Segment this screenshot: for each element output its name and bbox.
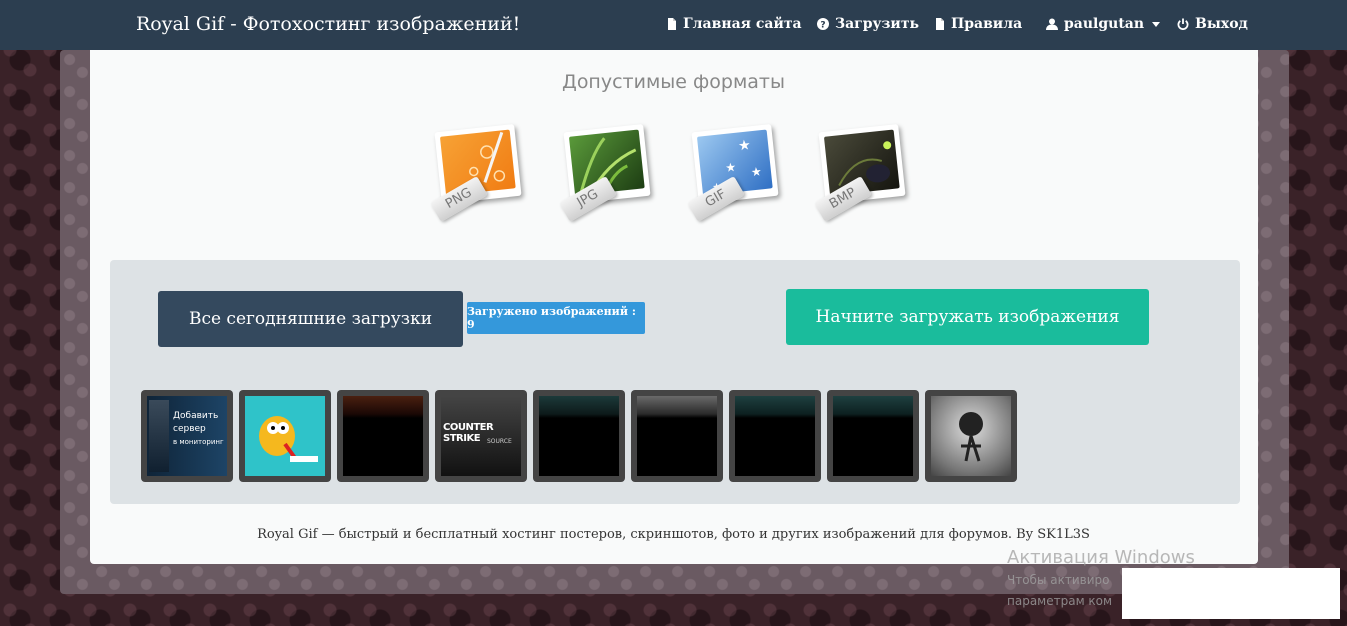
- svg-text:★: ★: [725, 160, 737, 175]
- thumb1-line3: в мониторинг: [173, 438, 224, 446]
- upload-count-badge: Загружено изображений : 9: [467, 302, 645, 334]
- windows-activation-line1: Чтобы активиро: [1007, 573, 1110, 587]
- nav-home-label: Главная сайта: [683, 16, 802, 32]
- today-uploads-button[interactable]: Все сегодняшние загрузки: [158, 291, 463, 347]
- nav-user-dropdown[interactable]: paulgutan: [1046, 16, 1161, 32]
- white-overlay-box: [1122, 568, 1340, 619]
- nav-upload-label: Загрузить: [835, 16, 919, 32]
- thumb1-line2: сервер: [173, 424, 206, 434]
- caret-down-icon: [1152, 21, 1161, 27]
- thumbnail-1[interactable]: Добавить сервер в мониторинг: [141, 390, 233, 482]
- footer-text: Royal Gif — быстрый и бесплатный хостинг…: [257, 527, 1090, 542]
- user-icon: [1046, 18, 1058, 30]
- thumbnail-5[interactable]: [533, 390, 625, 482]
- thumbnail-9[interactable]: [925, 390, 1017, 482]
- power-icon: [1177, 18, 1189, 30]
- nav-rules-label: Правила: [951, 16, 1023, 32]
- formats-title: Допустимые форматы: [561, 71, 786, 93]
- nav-logout-label: Выход: [1195, 16, 1248, 32]
- thumbnail-6[interactable]: [631, 390, 723, 482]
- start-upload-button[interactable]: Начните загружать изображения: [786, 289, 1149, 345]
- thumbnail-3[interactable]: [337, 390, 429, 482]
- top-navbar: Royal Gif - Фотохостинг изображений! Гла…: [0, 0, 1347, 50]
- png-format-icon: PNG: [428, 118, 532, 224]
- windows-activation-title: Активация Windows: [1007, 547, 1195, 568]
- thumbnail-4[interactable]: COUNTER STRIKE SOURCE: [435, 390, 527, 482]
- jpg-format-icon: JPG: [557, 118, 661, 224]
- bmp-format-icon: BMP: [812, 118, 916, 224]
- nav-rules[interactable]: Правила: [935, 16, 1022, 32]
- thumb1-line1: Добавить: [173, 411, 219, 421]
- thumbnail-7[interactable]: [729, 390, 821, 482]
- thumbnail-8[interactable]: [827, 390, 919, 482]
- thumbnail-2[interactable]: [239, 390, 331, 482]
- nav-home[interactable]: Главная сайта: [667, 16, 802, 32]
- file-icon: [936, 18, 944, 30]
- site-brand[interactable]: Royal Gif - Фотохостинг изображений!: [136, 13, 520, 35]
- svg-text:★: ★: [750, 164, 762, 179]
- nav-user-label: paulgutan: [1064, 16, 1145, 32]
- file-icon: [668, 18, 676, 30]
- nav-upload[interactable]: ? Загрузить: [817, 16, 919, 32]
- gif-format-icon: ★★★★ GIF: [685, 118, 789, 224]
- windows-activation-line2: параметрам ком: [1007, 594, 1113, 608]
- thumb4-sub: SOURCE: [487, 438, 512, 445]
- svg-text:★: ★: [737, 137, 751, 154]
- svg-text:?: ?: [820, 21, 825, 31]
- question-circle-icon: ?: [817, 18, 829, 30]
- nav-logout[interactable]: Выход: [1177, 16, 1248, 32]
